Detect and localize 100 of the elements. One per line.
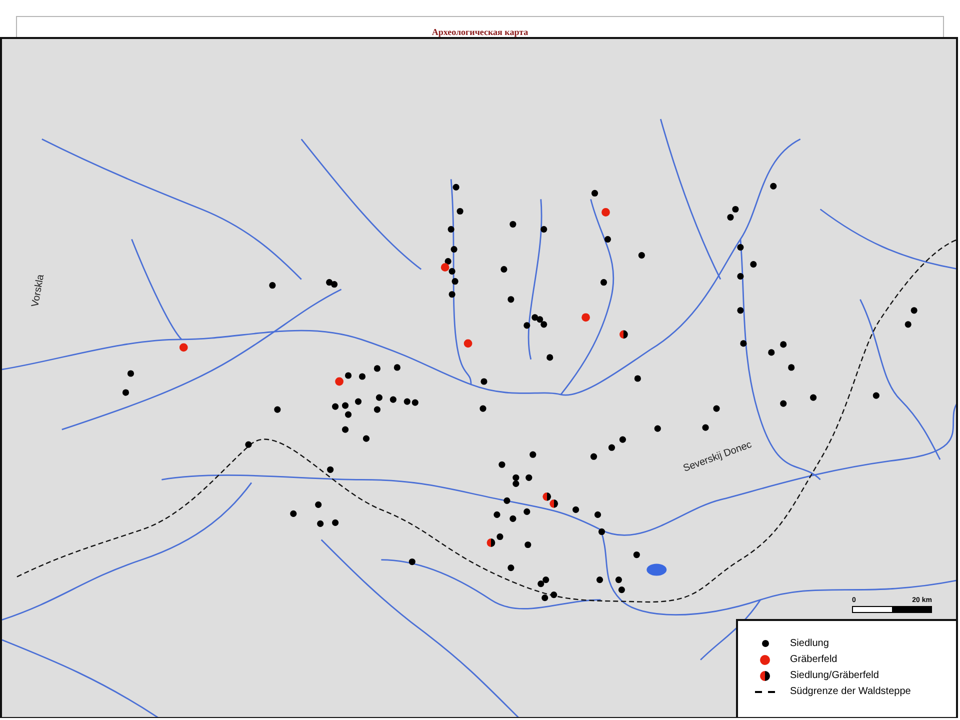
cemetery-marker — [179, 343, 188, 352]
settlement-marker — [615, 576, 622, 584]
map-title: Археологическая карта — [432, 27, 528, 37]
settlement-marker — [702, 424, 709, 431]
settlement-marker — [480, 405, 486, 412]
settlement-marker — [376, 394, 382, 401]
settlement-marker — [872, 392, 880, 399]
cemetery-marker — [602, 208, 610, 216]
settlement-marker — [526, 474, 532, 481]
settlement-marker — [394, 364, 400, 371]
settlement-marker — [619, 436, 626, 443]
settlement-marker — [315, 501, 322, 508]
settlement-marker — [510, 220, 516, 228]
cemetery-marker — [582, 313, 590, 322]
settlement-marker — [274, 406, 281, 413]
settlement-marker — [540, 226, 548, 233]
settlement-marker — [591, 190, 598, 197]
settlement-marker — [452, 184, 460, 191]
settlement-marker — [342, 426, 349, 433]
settlement-marker — [598, 528, 606, 536]
settlement-marker — [508, 564, 514, 572]
settlement-marker — [504, 497, 510, 504]
settlement-marker — [572, 506, 580, 513]
settlement-marker — [354, 398, 362, 405]
settlement-marker — [594, 511, 602, 518]
settlement-marker — [448, 268, 456, 275]
settlement-marker — [737, 307, 744, 314]
settlement-marker — [452, 278, 458, 285]
settlement-marker — [780, 341, 787, 348]
mixed-site-marker — [486, 538, 496, 547]
mixed-site-marker — [620, 330, 628, 339]
settlement-marker — [770, 182, 777, 190]
settlement-marker — [269, 282, 276, 289]
settlement-marker — [633, 551, 640, 558]
settlement-marker — [448, 226, 454, 233]
settlement-marker — [498, 461, 506, 468]
settlement-marker — [590, 453, 598, 460]
settlement-marker — [332, 519, 339, 526]
settlement-marker — [327, 466, 334, 473]
cemetery-marker — [335, 377, 344, 386]
settlement-marker — [654, 425, 661, 432]
settlement-marker — [608, 444, 616, 451]
settlement-marker — [510, 515, 516, 522]
mixed-site-marker — [550, 499, 558, 508]
settlement-marker — [596, 576, 604, 584]
settlement-marker — [500, 266, 508, 273]
settlement-marker — [788, 364, 795, 371]
settlement-marker — [546, 354, 554, 361]
settlement-marker — [374, 365, 380, 372]
settlement-marker — [122, 389, 130, 396]
settlement-marker — [638, 252, 645, 259]
settlement-marker — [904, 321, 912, 328]
settlement-marker — [768, 349, 775, 356]
settlement-marker — [530, 451, 536, 458]
settlement-marker — [448, 291, 456, 298]
settlement-marker — [618, 586, 625, 594]
settlement-marker — [508, 296, 514, 303]
settlement-marker — [740, 340, 747, 347]
settlement-marker — [344, 372, 352, 379]
settlement-marker — [390, 396, 396, 403]
settlement-marker — [127, 370, 134, 377]
settlement-marker — [480, 378, 488, 385]
settlement-marker — [456, 208, 464, 215]
settlement-marker — [374, 406, 380, 413]
legend-label: Siedlung — [790, 638, 829, 649]
legend-label: Südgrenze der Waldsteppe — [790, 686, 911, 697]
settlement-marker — [524, 541, 532, 548]
settlement-marker — [600, 279, 608, 286]
settlement-marker — [910, 307, 918, 314]
settlement-marker — [342, 402, 349, 409]
settlement-marker — [542, 594, 548, 602]
dashed-line-icon — [755, 690, 775, 692]
settlement-marker — [496, 533, 504, 540]
settlement-marker — [604, 236, 612, 243]
settlement-marker — [408, 558, 416, 566]
cemetery-marker — [440, 263, 450, 272]
settlement-marker — [524, 508, 530, 515]
legend-label: Gräberfeld — [790, 654, 838, 665]
settlement-marker — [634, 375, 641, 382]
mixed-site-marker — [542, 492, 552, 501]
river-label: Vorskla — [30, 274, 47, 308]
settlement-marker — [344, 411, 352, 418]
settlement-marker — [737, 273, 744, 280]
settlement-marker — [332, 403, 339, 410]
settlement-marker — [290, 510, 297, 517]
settlement-marker — [713, 405, 720, 412]
settlement-marker — [810, 394, 817, 401]
settlement-marker — [317, 520, 324, 528]
settlement-marker — [362, 435, 370, 442]
settlement-marker — [245, 441, 252, 448]
settlement-marker — [550, 592, 558, 598]
legend-label: Siedlung/Gräberfeld — [790, 670, 879, 681]
settlement-marker — [737, 244, 744, 251]
settlement-marker — [358, 373, 366, 380]
settlement-marker — [450, 246, 458, 253]
settlement-marker — [780, 400, 787, 407]
lake-shape — [646, 564, 667, 576]
settlement-marker — [444, 258, 452, 265]
settlement-marker — [494, 511, 500, 518]
cemetery-marker — [464, 339, 472, 348]
